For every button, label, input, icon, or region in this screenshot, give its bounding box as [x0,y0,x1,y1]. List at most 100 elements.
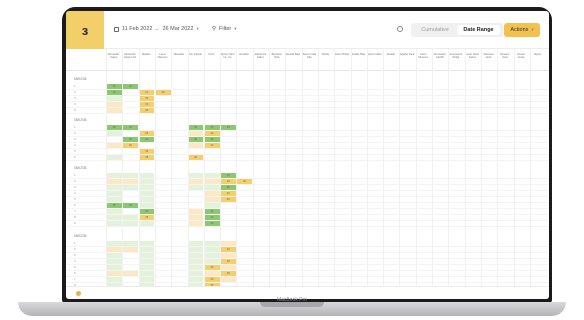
schedule-cell[interactable] [188,142,204,148]
schedule-cell[interactable] [106,246,122,252]
column-header[interactable]: Aeropuerto Ridge [448,53,463,59]
column-header[interactable]: Noddy [318,53,333,56]
schedule-cell[interactable] [188,208,204,214]
column-header[interactable]: Alpine Stars, Inc. Co. [220,53,235,59]
column-header[interactable]: Rosario Units [497,53,512,59]
filter-dropdown[interactable]: ⚲ Filter ▾ [212,26,237,32]
schedule-cell[interactable] [204,172,220,178]
column-header[interactable]: Rexable [236,53,251,56]
schedule-cell[interactable] [106,258,122,264]
schedule-cell[interactable]: 30 [220,246,236,252]
schedule-cell[interactable] [106,178,122,184]
schedule-cell[interactable] [106,276,122,282]
schedule-cell[interactable] [220,240,236,246]
schedule-cell[interactable] [139,172,155,178]
schedule-cell[interactable] [106,95,122,101]
schedule-cell[interactable] [204,202,220,208]
actions-button[interactable]: Actions ▾ [504,23,540,37]
column-header[interactable]: Barcelos Units [269,53,284,59]
schedule-cell[interactable]: 30 [204,142,220,148]
schedule-cell[interactable] [220,252,236,258]
schedule-cell[interactable] [122,178,139,184]
schedule-cell[interactable]: 35 [220,270,236,276]
schedule-cell[interactable]: 30 [188,124,204,130]
schedule-cell[interactable] [106,220,122,226]
schedule-cell[interactable] [106,214,122,220]
schedule-cell[interactable]: 35 [139,154,155,160]
schedule-cell[interactable]: 25 [139,130,155,136]
schedule-cell[interactable]: 25 [106,89,122,95]
app-logo[interactable]: ɜ [66,11,104,49]
schedule-cell[interactable] [188,258,204,264]
schedule-cell[interactable] [139,220,155,226]
schedule-cell[interactable] [188,252,204,258]
schedule-cell[interactable] [204,184,220,190]
schedule-cell[interactable] [122,270,139,276]
schedule-cell[interactable]: 25 [122,142,139,148]
schedule-cell[interactable] [188,214,204,220]
schedule-cell[interactable]: 35 [122,83,139,89]
schedule-cell[interactable] [204,190,220,196]
column-header[interactable]: Veterans Units [481,53,496,59]
column-header[interactable]: Aeronautic Cardiff [432,53,447,59]
schedule-cell[interactable] [106,101,122,107]
schedule-cell[interactable] [204,270,220,276]
column-header[interactable]: Ranur Ridge [334,53,350,56]
column-header[interactable]: Lazer Rose Salina [465,53,480,59]
schedule-cell[interactable]: 30 [220,178,236,184]
column-header[interactable]: Mikado [139,53,154,56]
schedule-cell[interactable] [188,270,204,276]
schedule-cell[interactable]: 30 [204,130,220,136]
schedule-cell[interactable] [139,258,155,264]
schedule-cell[interactable]: 30 [155,89,171,95]
schedule-cell[interactable]: 35 [122,136,139,142]
schedule-cell[interactable]: 30 [139,101,155,107]
schedule-cell[interactable] [204,196,220,202]
schedule-cell[interactable] [188,264,204,270]
schedule-cell[interactable] [188,184,204,190]
schedule-cell[interactable] [204,252,220,258]
schedule-cell[interactable] [139,270,155,276]
schedule-cell[interactable]: 30 [122,124,139,130]
clock-icon[interactable] [397,26,403,32]
schedule-cell[interactable] [139,252,155,258]
schedule-cell[interactable]: 30 [139,95,155,101]
column-header[interactable]: Don Quijote [188,53,203,56]
schedule-cell[interactable] [139,190,155,196]
cumulative-button[interactable]: Cumulative [414,25,456,35]
schedule-cell[interactable] [188,172,204,178]
schedule-cell[interactable] [106,154,122,160]
schedule-cell[interactable]: 30 [204,276,220,282]
schedule-cell[interactable] [106,240,122,246]
schedule-cell[interactable] [204,178,220,184]
schedule-cell[interactable]: 35 [139,148,155,154]
schedule-cell[interactable] [106,142,122,148]
schedule-cell[interactable]: 35 [106,202,122,208]
schedule-cell[interactable] [139,202,155,208]
column-header[interactable]: Alexander Gates [106,53,121,59]
schedule-cell[interactable]: 35 [220,172,236,178]
schedule-cell[interactable] [188,130,204,136]
schedule-cell[interactable] [204,240,220,246]
schedule-cell[interactable] [106,208,122,214]
schedule-cell[interactable]: 35 [204,214,220,220]
column-header[interactable]: Adriamina Calico [253,53,268,59]
schedule-cell[interactable] [106,270,122,276]
schedule-cell[interactable] [122,220,139,226]
schedule-cell[interactable] [220,264,236,270]
schedule-cell[interactable] [106,130,122,136]
schedule-cell[interactable] [220,276,236,282]
schedule-cell[interactable] [122,240,139,246]
schedule-cell[interactable]: 35 [220,196,236,202]
schedule-cell[interactable] [106,172,122,178]
schedule-cell[interactable]: 35 [106,124,122,130]
column-header[interactable]: Alcaide Bajo [351,53,366,56]
schedule-cell[interactable] [188,276,204,282]
column-header[interactable]: Nonet Calico [367,53,382,56]
schedule-cell[interactable] [139,240,155,246]
schedule-cell[interactable] [204,246,220,252]
schedule-cell[interactable] [139,264,155,270]
start-date-picker[interactable]: 11 Feb 2022 [114,26,152,32]
column-header[interactable]: Lazer Museum [155,53,170,59]
schedule-cell[interactable]: 35 [204,124,220,130]
